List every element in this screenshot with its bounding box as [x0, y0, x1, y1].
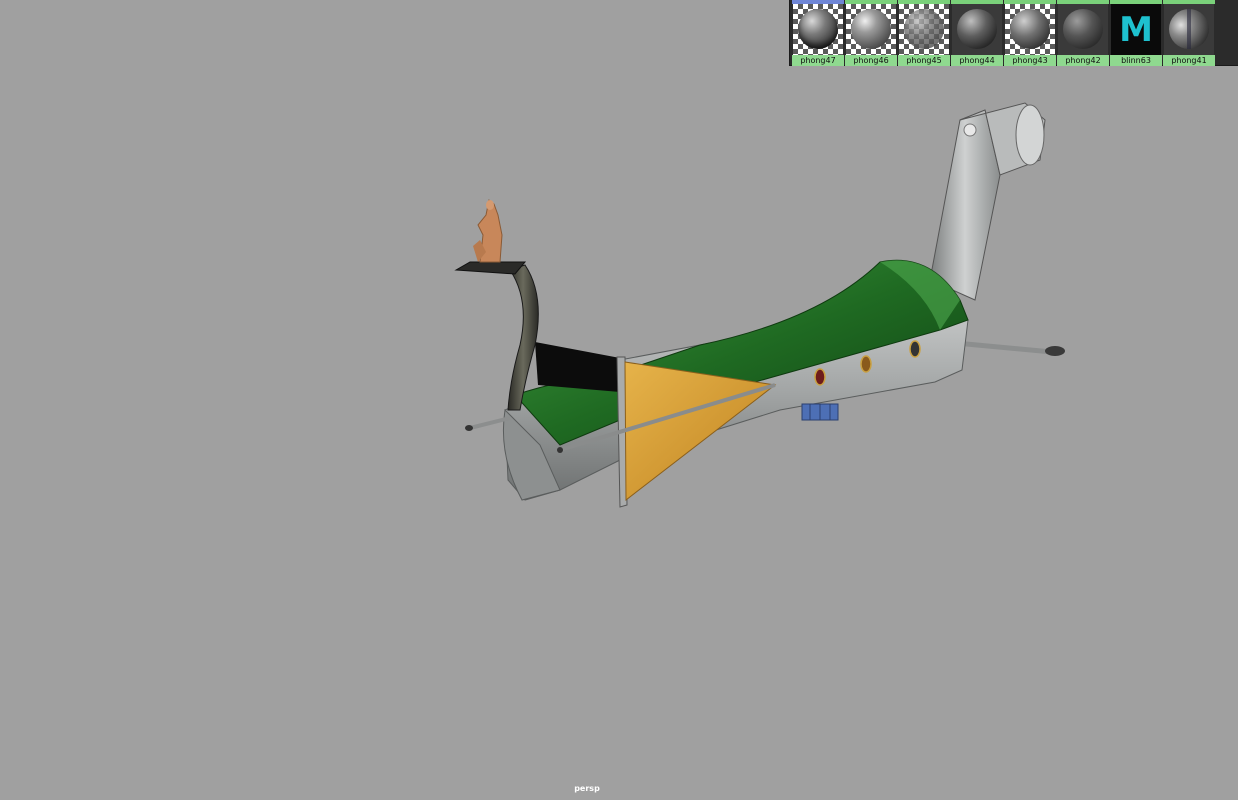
material-preview	[899, 4, 949, 55]
material-preview	[1058, 4, 1108, 55]
material-preview: M	[1111, 4, 1161, 55]
swatch-phong43[interactable]: phong43	[1004, 0, 1056, 66]
swatch-blinn63[interactable]: M blinn63	[1110, 0, 1162, 66]
swatch-phong47[interactable]: phong47	[792, 0, 844, 66]
3d-viewport[interactable]: phong47 phong46 phong45 phong44 phong43 …	[0, 0, 1238, 800]
swatch-phong45[interactable]: phong45	[898, 0, 950, 66]
camera-name-label: persp	[574, 784, 600, 793]
statue-figurine[interactable]	[473, 199, 503, 263]
material-preview	[1164, 4, 1214, 55]
swatch-phong42[interactable]: phong42	[1057, 0, 1109, 66]
swatch-label: blinn63	[1110, 55, 1162, 66]
shader-sphere-icon	[798, 9, 838, 49]
swatch-label: phong47	[792, 55, 844, 66]
swatch-label: phong42	[1057, 55, 1109, 66]
swatch-phong46[interactable]: phong46	[845, 0, 897, 66]
figurehead-neck[interactable]	[454, 261, 539, 411]
material-preview	[1005, 4, 1055, 55]
maya-logo-icon: M	[1119, 10, 1153, 50]
shader-sphere-icon	[957, 9, 997, 49]
blue-panel[interactable]	[801, 403, 839, 421]
scene-render[interactable]	[0, 0, 1238, 800]
swatch-phong44[interactable]: phong44	[951, 0, 1003, 66]
swatch-label: phong45	[898, 55, 950, 66]
shader-sphere-icon	[1010, 9, 1050, 49]
swatch-label: phong44	[951, 55, 1003, 66]
material-preview	[952, 4, 1002, 55]
shader-sphere-icon	[1169, 9, 1209, 49]
deck-opening	[535, 342, 620, 392]
gold-sail[interactable]	[624, 361, 777, 502]
material-swatch-shelf: phong47 phong46 phong45 phong44 phong43 …	[789, 0, 1238, 66]
shader-sphere-icon	[904, 9, 944, 49]
material-preview	[793, 4, 843, 55]
swatch-label: phong46	[845, 55, 897, 66]
material-preview	[846, 4, 896, 55]
shader-sphere-icon	[851, 9, 891, 49]
swatch-label: phong43	[1004, 55, 1056, 66]
chimney-pipe[interactable]	[929, 102, 1046, 301]
shader-sphere-icon	[1063, 9, 1103, 49]
swatch-label: phong41	[1163, 55, 1215, 66]
swatch-phong41[interactable]: phong41	[1163, 0, 1215, 66]
